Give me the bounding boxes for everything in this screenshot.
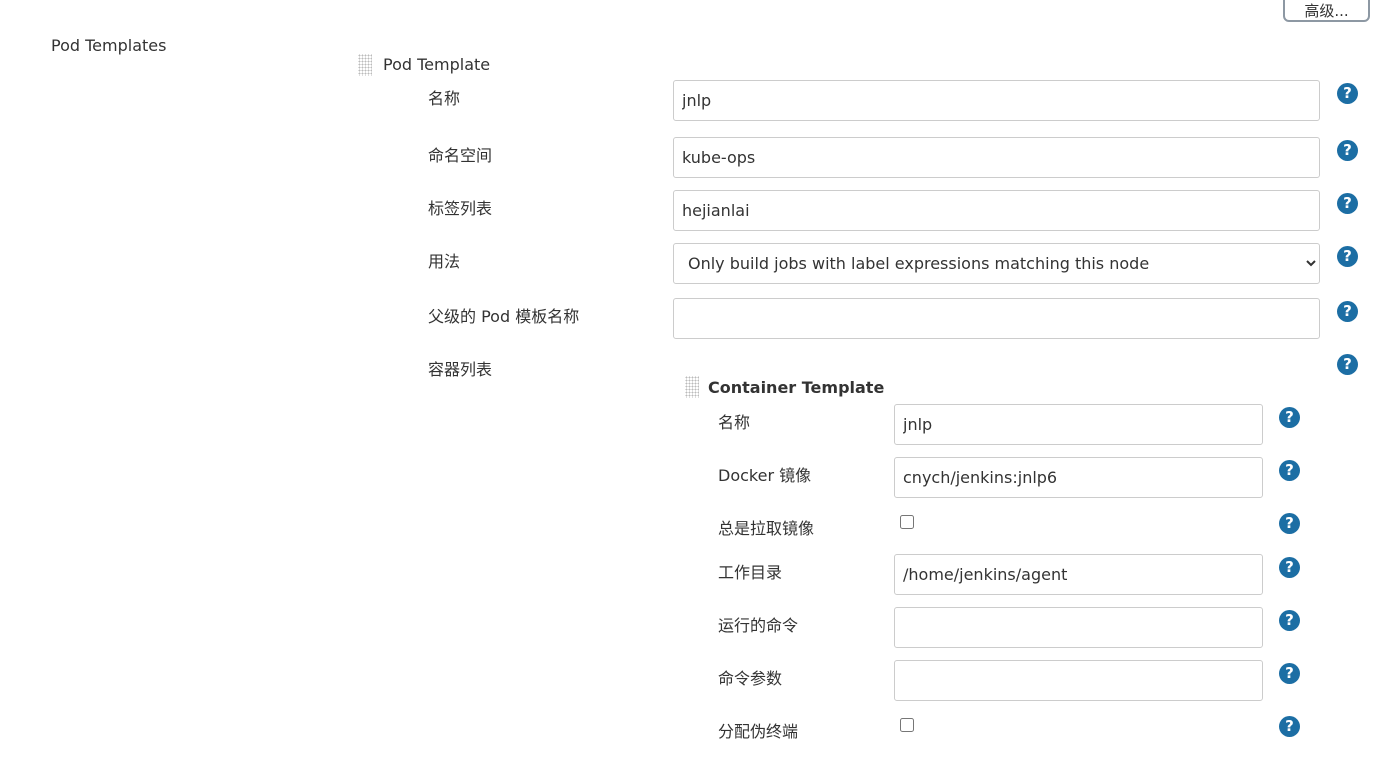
field-label: 工作目录 [718, 563, 783, 582]
help-icon[interactable]: ? [1337, 246, 1358, 267]
pod-name-input[interactable] [673, 80, 1320, 121]
drag-handle-icon[interactable] [358, 54, 372, 76]
help-icon[interactable]: ? [1279, 663, 1300, 684]
labels-input[interactable] [673, 190, 1320, 231]
parent-pod-template-input[interactable] [673, 298, 1320, 339]
drag-handle-icon[interactable] [685, 376, 699, 398]
field-label: 命令参数 [718, 669, 783, 688]
usage-select[interactable]: Only build jobs with label expressions m… [673, 243, 1320, 284]
field-label: 标签列表 [428, 199, 493, 218]
advanced-button[interactable]: 高级... [1283, 0, 1370, 22]
field-label: 运行的命令 [718, 616, 799, 635]
help-icon[interactable]: ? [1337, 301, 1358, 322]
namespace-input[interactable] [673, 137, 1320, 178]
always-pull-image-checkbox[interactable] [900, 515, 914, 529]
field-label: 名称 [428, 89, 461, 108]
command-input[interactable] [894, 607, 1263, 648]
field-label: 用法 [428, 252, 461, 271]
docker-image-input[interactable] [894, 457, 1263, 498]
help-icon[interactable]: ? [1337, 193, 1358, 214]
field-label: 分配伪终端 [718, 722, 799, 741]
container-name-input[interactable] [894, 404, 1263, 445]
help-icon[interactable]: ? [1279, 407, 1300, 428]
help-icon[interactable]: ? [1279, 513, 1300, 534]
field-label: 容器列表 [428, 360, 493, 379]
help-icon[interactable]: ? [1337, 83, 1358, 104]
field-label: Docker 镜像 [718, 466, 812, 485]
pod-template-title: Pod Template [383, 55, 491, 74]
field-label: 命名空间 [428, 146, 493, 165]
allocate-tty-checkbox[interactable] [900, 718, 914, 732]
help-icon[interactable]: ? [1279, 716, 1300, 737]
container-template-title: Container Template [708, 378, 885, 397]
field-label: 总是拉取镜像 [718, 519, 815, 538]
args-input[interactable] [894, 660, 1263, 701]
help-icon[interactable]: ? [1279, 557, 1300, 578]
help-icon[interactable]: ? [1279, 460, 1300, 481]
section-label: Pod Templates [51, 36, 167, 55]
help-icon[interactable]: ? [1337, 140, 1358, 161]
help-icon[interactable]: ? [1337, 354, 1358, 375]
working-dir-input[interactable] [894, 554, 1263, 595]
field-label: 名称 [718, 413, 751, 432]
help-icon[interactable]: ? [1279, 610, 1300, 631]
field-label: 父级的 Pod 模板名称 [428, 307, 580, 326]
